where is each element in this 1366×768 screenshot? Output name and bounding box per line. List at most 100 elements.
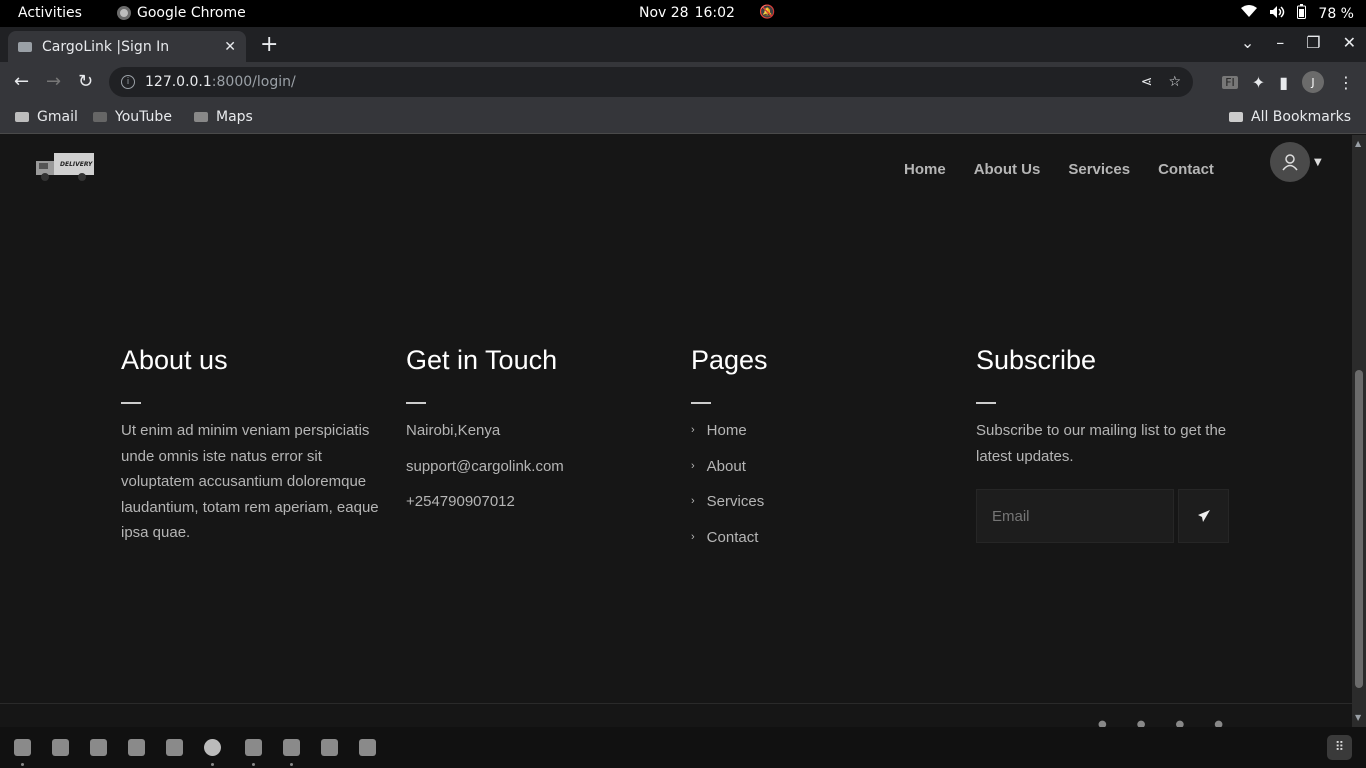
page-scrollbar[interactable]: ▲ ▼ — [1352, 135, 1366, 727]
user-menu-caret-icon[interactable]: ▼ — [1314, 157, 1322, 168]
running-indicator — [21, 763, 24, 766]
contact-email[interactable]: support@cargolink.com — [406, 454, 666, 480]
all-bookmarks[interactable]: All Bookmarks — [1229, 109, 1351, 125]
document-viewer-icon[interactable] — [321, 739, 338, 756]
footer-link-contact[interactable]: › Contact — [691, 525, 951, 551]
subscribe-heading: Subscribe — [976, 345, 1097, 375]
address-bar[interactable]: i 127.0.0.1 :8000/login/ ⋖ ☆ — [109, 67, 1193, 97]
clock[interactable]: Nov 28 16:02 🔕 — [639, 5, 775, 21]
activities-button[interactable]: Activities — [18, 5, 82, 21]
logo-text: DELIVERY — [60, 161, 93, 168]
nav-contact[interactable]: Contact — [1158, 161, 1214, 178]
close-tab-icon[interactable]: ✕ — [224, 39, 236, 55]
contact-location: Nairobi,Kenya — [406, 422, 501, 439]
email-input[interactable] — [976, 489, 1174, 543]
running-indicator — [290, 763, 293, 766]
footer-link-home[interactable]: › Home — [691, 418, 951, 444]
nav-services[interactable]: Services — [1068, 161, 1130, 178]
minimize-icon[interactable]: – — [1276, 33, 1284, 52]
share-icon[interactable]: ⋖ — [1141, 74, 1153, 90]
instagram-icon[interactable]: ● — [1175, 719, 1184, 727]
software-center-icon[interactable] — [90, 739, 107, 756]
extensions-puzzle-icon[interactable]: ✦ — [1252, 73, 1265, 92]
twitter-icon[interactable]: ● — [1137, 719, 1146, 727]
footer-link-label: Home — [706, 422, 747, 439]
taskbar-dock: ⠿ — [0, 727, 1366, 768]
extension-fi-icon[interactable]: FI — [1222, 75, 1238, 89]
profile-avatar[interactable]: J — [1302, 71, 1324, 93]
scroll-down-arrow-icon[interactable]: ▼ — [1355, 713, 1361, 722]
side-panel-icon[interactable]: ▮ — [1279, 73, 1288, 92]
tab-search-chevron-icon[interactable]: ⌄ — [1241, 33, 1254, 52]
time-text: 16:02 — [694, 5, 735, 21]
subscribe-form — [976, 489, 1236, 543]
footer-link-label: About — [706, 457, 746, 475]
about-heading: About us — [121, 345, 228, 375]
back-arrow-icon[interactable]: ← — [14, 71, 29, 92]
site-nav: Home About Us Services Contact — [904, 161, 1214, 178]
reload-icon[interactable]: ↻ — [78, 71, 93, 92]
system-tray[interactable]: 78 % — [1241, 4, 1354, 23]
text-editor-icon[interactable] — [52, 739, 69, 756]
youtube-icon — [93, 112, 107, 122]
page-viewport: DELIVERY Home About Us Services Contact … — [0, 135, 1352, 727]
close-window-icon[interactable]: ✕ — [1343, 33, 1356, 52]
nav-about-us[interactable]: About Us — [974, 161, 1041, 178]
menu-kebab-icon[interactable]: ⋮ — [1338, 73, 1354, 92]
bookmark-youtube[interactable]: YouTube — [93, 109, 172, 125]
bookmark-maps[interactable]: Maps — [194, 109, 253, 125]
tab-cargolink[interactable]: CargoLink |Sign In ✕ — [8, 31, 246, 62]
user-avatar[interactable] — [1270, 142, 1310, 182]
bookmark-star-icon[interactable]: ☆ — [1168, 74, 1181, 90]
social-links: ● ● ● ● — [1098, 719, 1223, 727]
footer-link-about[interactable]: › About — [691, 454, 951, 480]
url-host: 127.0.0.1 — [145, 74, 212, 90]
app-grid-icon[interactable]: ⠿ — [1327, 735, 1352, 760]
all-bookmarks-label: All Bookmarks — [1251, 109, 1352, 125]
chevron-right-icon: › — [691, 530, 695, 543]
linkedin-icon[interactable]: ● — [1214, 719, 1223, 727]
footer-link-label: Services — [706, 493, 765, 510]
new-tab-plus-icon[interactable]: + — [260, 32, 278, 57]
bookmarks-bar: Gmail YouTube Maps All Bookmarks — [0, 102, 1366, 134]
contact-phone[interactable]: +254790907012 — [406, 489, 666, 515]
image-viewer-icon[interactable] — [245, 739, 262, 756]
footer-pages: Pages › Home › About › Services › Contac… — [691, 345, 951, 560]
running-indicator — [211, 763, 214, 766]
facebook-icon[interactable]: ● — [1098, 719, 1107, 727]
bookmark-gmail-label: Gmail — [37, 109, 78, 125]
footer-divider — [0, 703, 1352, 704]
footer-link-label: Contact — [706, 528, 759, 546]
chevron-right-icon: › — [691, 424, 695, 436]
restore-icon[interactable]: ❐ — [1306, 33, 1320, 52]
contact-heading: Get in Touch — [406, 345, 558, 375]
footer-contact: Get in Touch Nairobi,Kenya support@cargo… — [406, 345, 666, 525]
pages-heading: Pages — [691, 345, 768, 375]
nav-home[interactable]: Home — [904, 161, 946, 178]
bookmark-gmail[interactable]: Gmail — [15, 109, 78, 125]
chrome-dock-icon[interactable] — [204, 739, 221, 756]
terminal-icon[interactable] — [166, 739, 183, 756]
forward-arrow-icon[interactable]: → — [46, 71, 61, 92]
footer-link-services[interactable]: › Services — [691, 489, 951, 515]
user-icon — [1282, 154, 1298, 171]
url-path: :8000/login/ — [211, 74, 296, 90]
trash-icon[interactable] — [359, 739, 376, 756]
pycharm-icon[interactable] — [283, 739, 300, 756]
site-logo[interactable]: DELIVERY — [34, 151, 96, 183]
scrollbar-thumb[interactable] — [1355, 370, 1363, 688]
site-info-icon[interactable]: i — [121, 75, 135, 89]
subscribe-send-button[interactable] — [1178, 489, 1229, 543]
notifications-muted-icon: 🔕 — [758, 5, 776, 20]
volume-icon — [1269, 5, 1285, 23]
gmail-icon — [15, 112, 29, 122]
app-menu[interactable]: Google Chrome — [117, 5, 246, 21]
heading-rule — [121, 402, 141, 404]
wifi-icon — [1241, 5, 1258, 22]
chrome-icon — [117, 6, 131, 20]
truck-favicon-icon — [18, 41, 32, 52]
subscribe-text: Subscribe to our mailing list to get the… — [976, 422, 1227, 465]
vscode-icon[interactable] — [128, 739, 145, 756]
scroll-up-arrow-icon[interactable]: ▲ — [1355, 139, 1361, 148]
files-icon[interactable] — [14, 739, 31, 756]
